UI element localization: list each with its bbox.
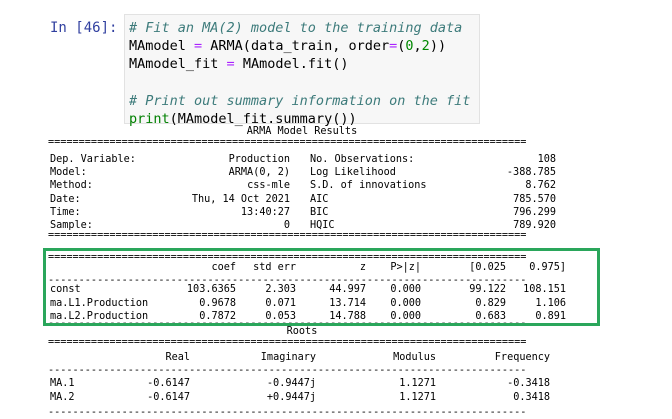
info-value: 785.570 [513, 193, 556, 205]
roots-table-row: MA.1 -0.6147 -0.9447j 1.1271 -0.3418 [48, 378, 568, 391]
roots-cell: +0.9447j [266, 391, 316, 403]
roots-cell: 1.1271 [399, 391, 436, 403]
roots-column-header: Modulus [393, 352, 436, 363]
info-value: Thu, 14 Oct 2021 [191, 193, 290, 205]
roots-header-row: Real Imaginary Modulus Frequency [48, 352, 568, 365]
roots-cell: -0.6147 [147, 391, 190, 403]
info-label: AIC [310, 193, 329, 205]
rule-eq: ========================================… [48, 337, 527, 348]
code-token: , [413, 38, 422, 55]
roots-row-name: MA.2 [50, 391, 75, 403]
code-line-1: # Fit an MA(2) model to the training dat… [129, 19, 479, 37]
rule-dash: ----------------------------------------… [48, 365, 527, 376]
info-label: Method: [50, 180, 93, 192]
code-number: 0 [405, 38, 414, 55]
info-label: Model: [50, 167, 87, 179]
info-label: No. Observations: [310, 154, 415, 165]
info-label: Log Likelihood [310, 167, 396, 179]
code-operator: = [194, 38, 203, 55]
roots-row-name: MA.1 [50, 378, 75, 389]
info-row: Model: ARMA(0, 2) Log Likelihood -388.785 [48, 167, 568, 180]
code-token: ARMA(data_train, order [202, 38, 390, 55]
code-line-5: # Print out summary information on the f… [129, 92, 479, 110]
rule-eq: ========================================… [48, 230, 527, 241]
rule-dash: ----------------------------------------… [48, 407, 527, 418]
code-token: MAmodel_fit [129, 56, 227, 73]
info-value: Production [228, 154, 290, 165]
roots-cell: 0.3418 [513, 391, 550, 403]
info-value: css-mle [247, 180, 290, 192]
roots-column-header: Imaginary [260, 352, 316, 363]
info-row: Dep. Variable: Production No. Observations… [48, 154, 568, 167]
code-token: MAmodel [129, 38, 195, 55]
roots-cell: -0.9447j [266, 378, 316, 389]
info-value: ARMA(0, 2) [228, 167, 290, 179]
roots-cell: -0.3418 [507, 378, 550, 389]
output-title: ARMA Model Results [246, 126, 358, 137]
rule-eq: ========================================… [48, 137, 527, 148]
roots-column-header: Real [165, 352, 190, 363]
code-token: MAmodel.fit() [234, 56, 349, 73]
info-label: BIC [310, 206, 329, 218]
info-label: Time: [50, 206, 81, 218]
info-label: Dep. Variable: [50, 154, 136, 165]
info-value: 8.762 [525, 180, 556, 192]
coef-table-highlight-box [43, 248, 600, 326]
info-label: S.D. of innovations [310, 180, 427, 192]
output-area: ARMA Model Results =====================… [48, 126, 568, 418]
info-row: Time: 13:40:27 BIC 796.299 [48, 207, 568, 220]
info-row: Method: css-mle S.D. of innovations 8.762 [48, 180, 568, 193]
info-value: 796.299 [513, 206, 556, 218]
roots-cell: -0.6147 [147, 378, 190, 389]
code-cell[interactable]: # Fit an MA(2) model to the training dat… [124, 14, 480, 127]
info-label: Date: [50, 193, 81, 205]
info-row: Date: Thu, 14 Oct 2021 AIC 785.570 [48, 194, 568, 207]
info-value: -388.785 [506, 167, 556, 179]
roots-column-header: Frequency [494, 352, 550, 363]
code-line-3: MAmodel_fit = MAmodel.fit() [129, 55, 479, 73]
code-comment: # Fit an MA(2) model to the training dat… [129, 20, 463, 36]
code-token: (MAmodel_fit.summary()) [169, 110, 357, 127]
info-value: 13:40:27 [240, 206, 290, 218]
code-operator: = [226, 56, 235, 73]
code-comment: # Print out summary information on the f… [129, 92, 471, 109]
code-token: )) [429, 38, 447, 55]
code-line-2: MAmodel = ARMA(data_train, order=(0,2)) [129, 37, 479, 55]
roots-title: Roots [286, 326, 318, 337]
code-builtin: print [129, 110, 170, 127]
input-prompt: In [46]: [50, 20, 118, 36]
info-value: 108 [537, 154, 556, 165]
roots-cell: 1.1271 [399, 378, 436, 389]
code-number: 2 [421, 38, 430, 55]
roots-table-row: MA.2 -0.6147 +0.9447j 1.1271 0.3418 [48, 392, 568, 405]
